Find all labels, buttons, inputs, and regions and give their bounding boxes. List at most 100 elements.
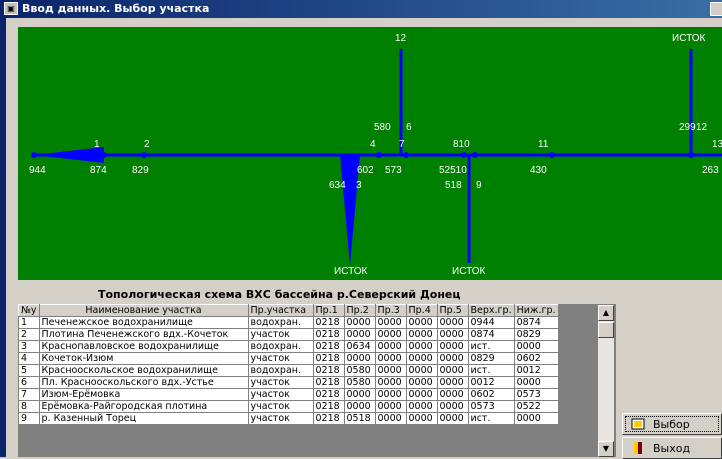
table-cell: 1 [18,316,40,329]
column-header[interactable]: Ниж.гр. [513,304,559,317]
map-label: 518 [445,180,462,191]
node-573 [403,152,409,158]
table-cell: 0218 [312,388,345,401]
table-cell: 0000 [343,316,376,329]
table-cell: 0000 [513,412,559,425]
map-label: 1 [94,139,100,150]
table-cell: 0000 [405,400,438,413]
table-cell: 0000 [405,388,438,401]
exit-door-icon [634,442,642,454]
table-cell: 0218 [312,328,345,341]
map-label: 2 [144,139,150,150]
table-row[interactable]: 4 Кочеток-Изюм участок 0218 0000 0000 0000 0000… [18,352,559,365]
select-button[interactable]: Выбор [622,413,722,435]
map-label: 263 [702,165,719,176]
sections-grid[interactable]: №у Наименование участка Пр.участка Пр.1 … [18,304,616,457]
window-control-button[interactable] [710,2,722,16]
exit-button[interactable]: Выход [622,437,722,459]
table-cell: 0000 [405,352,438,365]
map-label: 580 [374,122,391,133]
table-cell: 0944 [467,316,515,329]
table-cell: 0580 [343,364,376,377]
table-cell: Кочеток-Изюм [38,352,249,365]
table-cell: водохран. [247,316,314,329]
grid-scrollbar[interactable]: ▲ ▼ [598,305,614,457]
scroll-down-arrow-icon[interactable]: ▼ [598,441,614,457]
table-cell: 0518 [343,412,376,425]
node-430 [549,152,555,158]
table-cell: Печенежское водохранилище [38,316,249,329]
column-header[interactable]: Пр.1 [312,304,345,317]
column-header[interactable]: Пр.участка [247,304,314,317]
table-row[interactable]: 7 Изюм-Ерёмовка участок 0218 0000 0000 0000 000… [18,388,559,401]
table-cell: 0000 [436,412,469,425]
table-row[interactable]: 3 Краснопавловское водохранилище водохран.… [18,340,559,353]
scroll-thumb[interactable] [598,322,614,338]
table-cell: 0000 [374,400,407,413]
table-cell: 0000 [405,376,438,389]
map-label: 11 [538,139,549,150]
map-label: 4 [370,139,376,150]
column-header[interactable]: Пр.5 [436,304,469,317]
table-row[interactable]: 1 Печенежское водохранилище водохран. 0218 0… [18,316,559,329]
table-row[interactable]: 2 Плотина Печенежского вдх.-Кочеток участо… [18,328,559,341]
exit-button-label: Выход [653,442,691,455]
table-cell: 5 [18,364,40,377]
column-header[interactable]: №у [18,304,40,317]
node-510 [472,152,478,158]
table-cell: 0000 [513,376,559,389]
map-label: 634 [329,180,346,191]
table-cell: 0573 [467,400,515,413]
table-cell: 0000 [374,388,407,401]
window-frame-inner [6,18,15,457]
table-cell: 9 [18,412,40,425]
table-header-row: №у Наименование участка Пр.участка Пр.1 … [18,304,559,317]
table-cell: Краснопавловское водохранилище [38,340,249,353]
table-cell: 2 [18,328,40,341]
table-cell: 0218 [312,316,345,329]
table-row[interactable]: 8 Ерёмовка-Райгородская плотина участок 021… [18,400,559,413]
table-cell: 0602 [513,352,559,365]
table-cell: 0000 [374,352,407,365]
table-cell: участок [247,388,314,401]
table-cell: участок [247,412,314,425]
select-button-label: Выбор [653,418,690,431]
table-cell: 0000 [374,364,407,377]
node-263 [688,152,694,158]
sections-table: №у Наименование участка Пр.участка Пр.1 … [18,304,559,425]
table-cell: 7 [18,388,40,401]
table-cell: 0000 [436,328,469,341]
node-944 [31,152,37,158]
table-row[interactable]: 6 Пл. Краснооскольского вдх.-Устье участок… [18,376,559,389]
topology-map[interactable]: 12 ИСТОК 580 6 299 12 13 1 2 4 7 810 11 … [18,27,722,280]
table-cell: 0000 [405,412,438,425]
table-cell: Пл. Краснооскольского вдх.-Устье [38,376,249,389]
table-cell: 0829 [467,352,515,365]
map-label: 829 [132,165,149,176]
table-row[interactable]: 5 Краснооскольское водохранилище водохран.… [18,364,559,377]
column-header[interactable]: Наименование участка [38,304,249,317]
node-602 [376,152,382,158]
scroll-up-arrow-icon[interactable]: ▲ [598,305,614,321]
map-label: 52510 [439,165,467,176]
table-cell: 0000 [343,388,376,401]
column-header[interactable]: Пр.4 [405,304,438,317]
map-label: 602 [357,165,374,176]
table-cell: 0000 [436,316,469,329]
node-874 [101,152,107,158]
map-label: 944 [29,165,46,176]
map-label: 7 [399,139,405,150]
column-header[interactable]: Верх.гр. [467,304,515,317]
table-cell: 0573 [513,388,559,401]
table-cell: 0000 [343,352,376,365]
table-cell: 0874 [513,316,559,329]
table-cell: 0012 [467,376,515,389]
table-row[interactable]: 9 р. Казенный Торец участок 0218 0518 0000 000… [18,412,559,425]
column-header[interactable]: Пр.3 [374,304,407,317]
table-cell: 0218 [312,340,345,353]
node-525 [461,152,467,158]
table-cell: участок [247,376,314,389]
table-cell: 0522 [513,400,559,413]
map-label: 430 [530,165,547,176]
column-header[interactable]: Пр.2 [343,304,376,317]
